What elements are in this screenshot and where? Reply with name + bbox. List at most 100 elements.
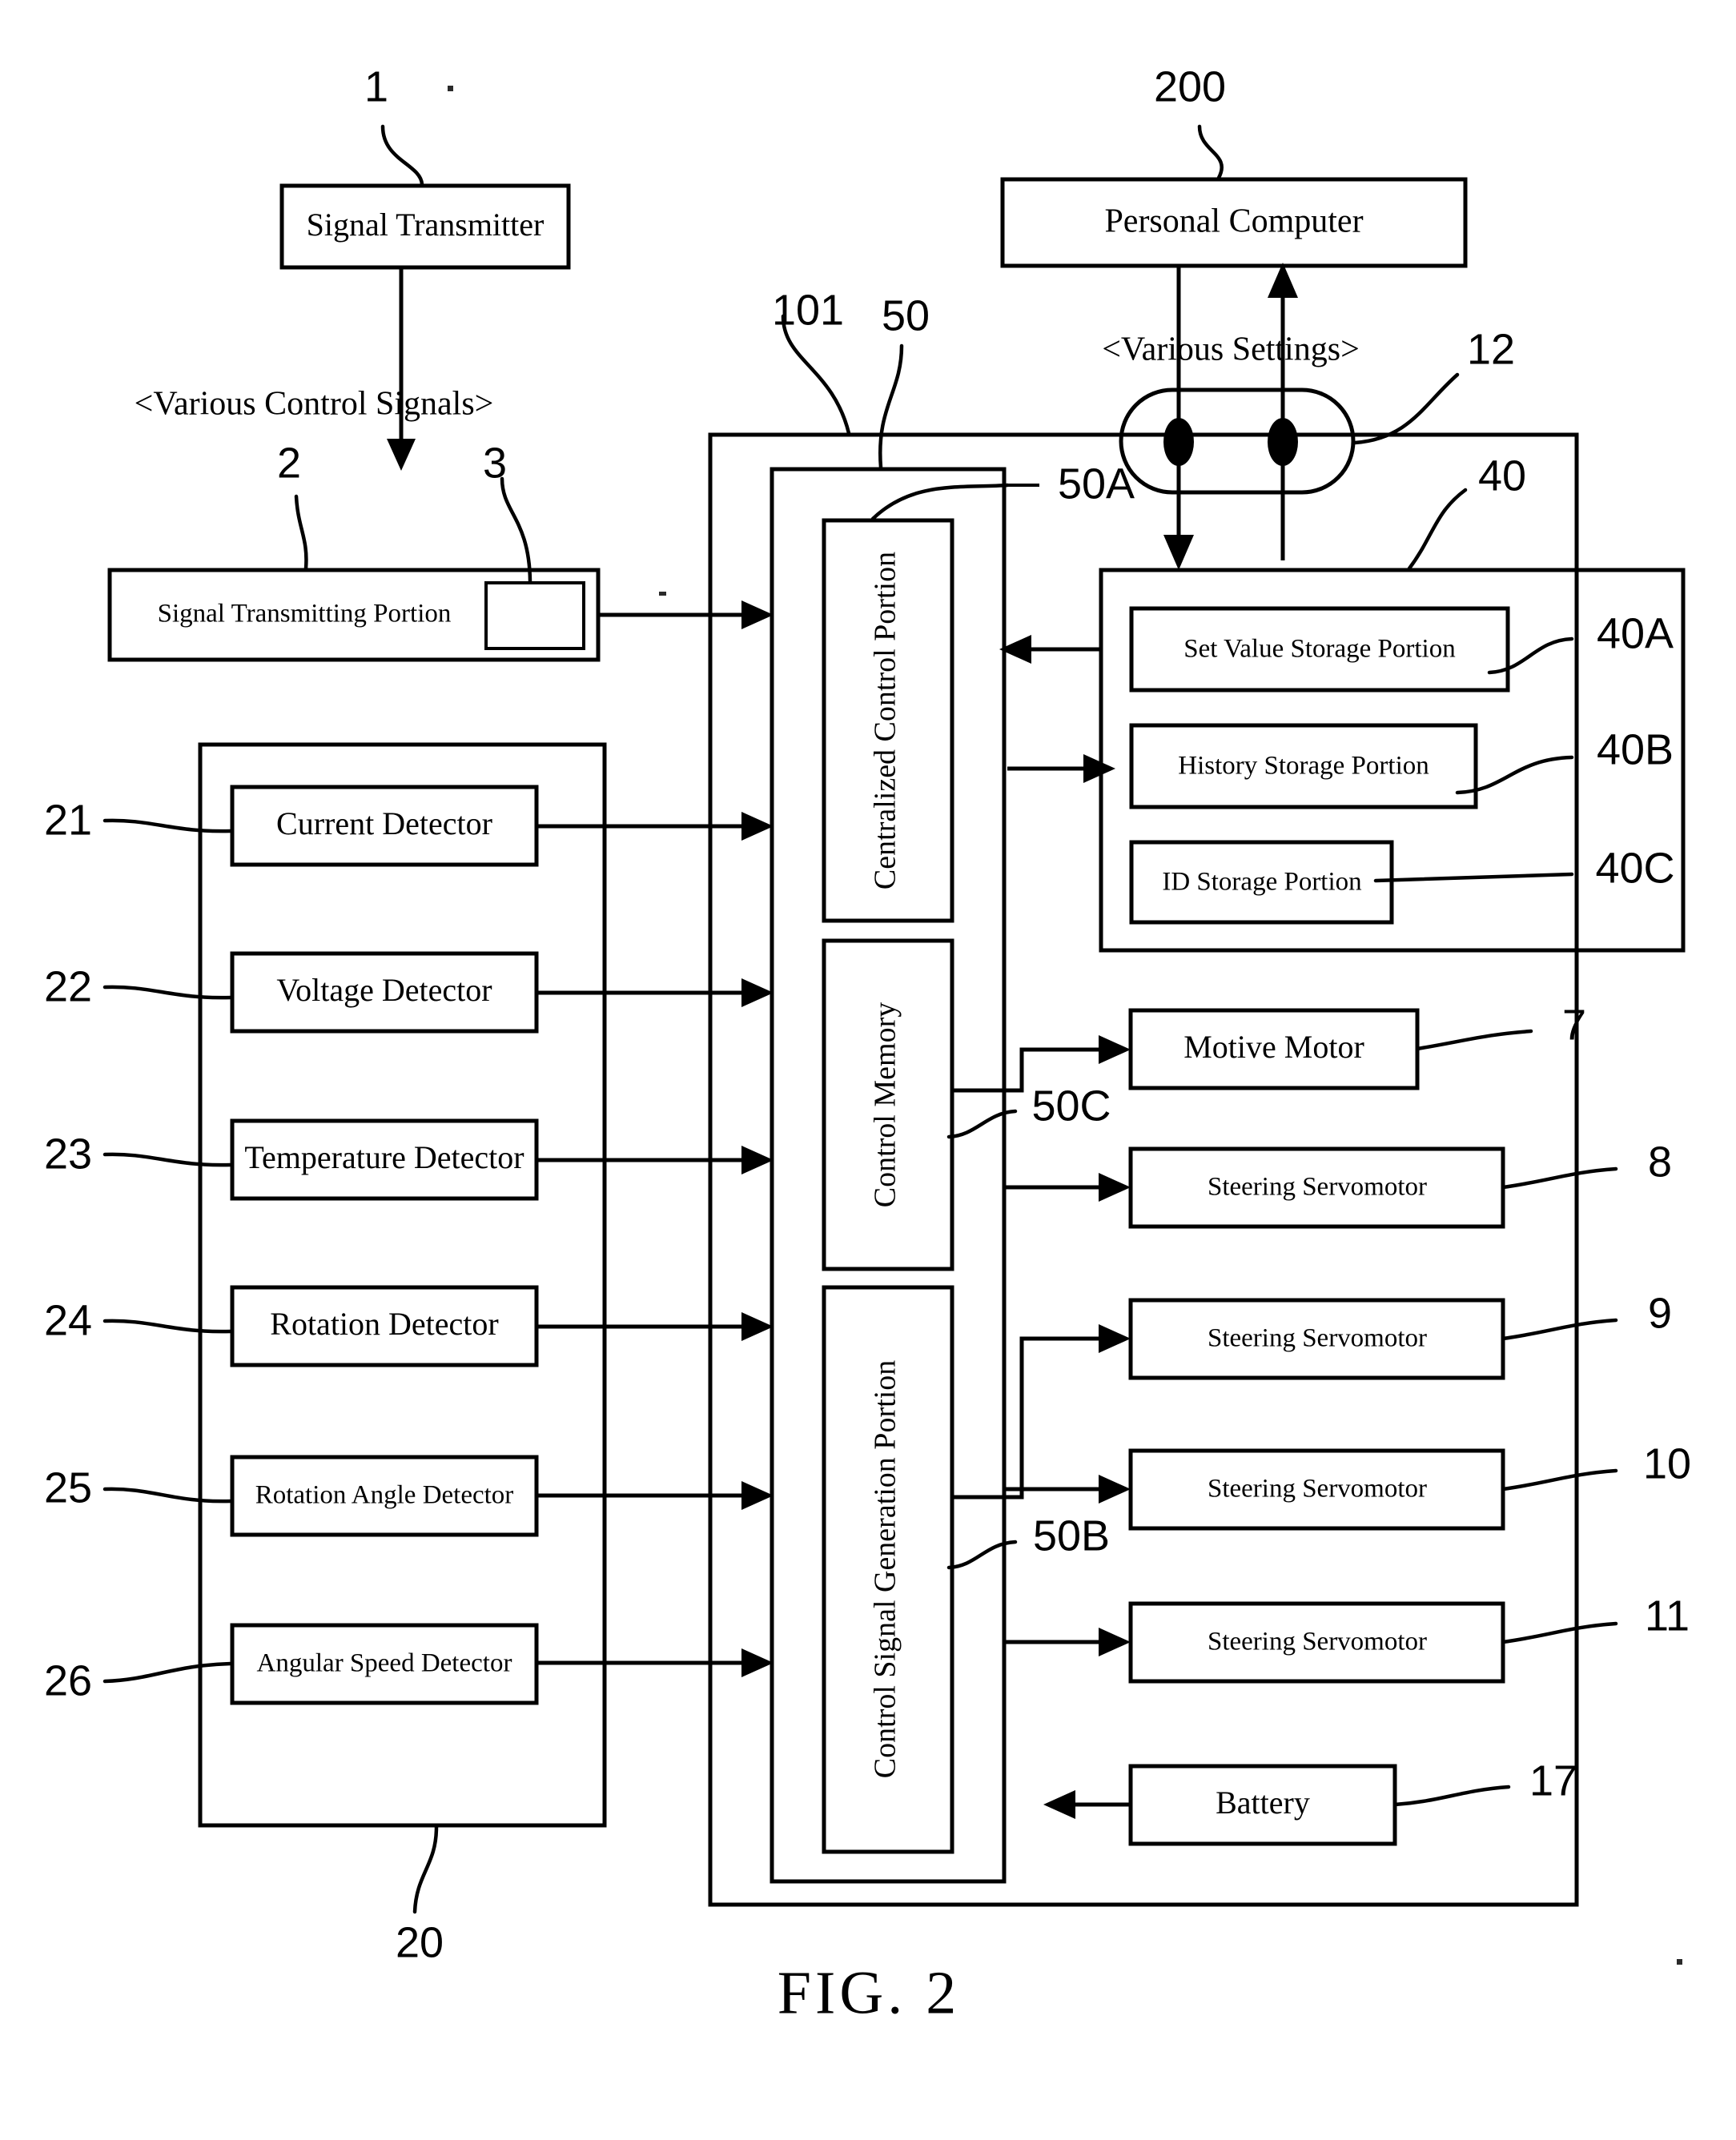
- ref-50: 50: [882, 291, 930, 339]
- control-memory-group: Control Memory 50C: [822, 938, 1111, 1271]
- leader-line-22: [102, 985, 233, 1000]
- figure-sheet: Signal Transmitter 1 <Various Control Si…: [0, 0, 1736, 2140]
- signal-transmitting-portion-group: Signal Transmitting Portion 2 3: [107, 439, 774, 662]
- ref-40C: 40C: [1595, 844, 1674, 892]
- leader-line-23: [102, 1152, 233, 1167]
- leader-line-2: [294, 494, 308, 571]
- detector-label-25: Rotation Angle Detector: [255, 1481, 514, 1510]
- control-signal-generation-portion-label: Control Signal Generation Portion: [869, 1360, 902, 1778]
- various-control-signals-annotation: <Various Control Signals>: [135, 386, 494, 423]
- leader-line-40: [1407, 488, 1468, 571]
- ref-8: 8: [1648, 1138, 1672, 1186]
- leader-line-24: [102, 1319, 233, 1334]
- arrowhead-transmitter-to-portion: [387, 439, 416, 471]
- leader-line-50: [878, 343, 904, 470]
- ref-101: 101: [772, 286, 844, 334]
- arrowhead-detector-23: [741, 1146, 774, 1174]
- arrowhead-detector-25: [741, 1481, 774, 1510]
- arrowhead-pc-to-storage: [1163, 535, 1194, 570]
- leader-line-3: [500, 476, 532, 584]
- ref-40: 40: [1478, 452, 1526, 500]
- arrowhead-actuator-10: [1099, 1475, 1131, 1504]
- leader-line-10: [1501, 1468, 1618, 1492]
- leader-line-50A: [870, 483, 1010, 521]
- actuator-label-10: Steering Servomotor: [1208, 1475, 1427, 1504]
- leader-line-40C: [1373, 872, 1574, 883]
- id-storage-portion-label: ID Storage Portion: [1162, 868, 1361, 897]
- signal-transmitting-inner-box: [484, 581, 585, 650]
- arrowhead-actuator-9: [1099, 1324, 1131, 1353]
- various-settings-annotation: <Various Settings>: [1102, 331, 1360, 368]
- actuator-label-7: Motive Motor: [1183, 1029, 1364, 1065]
- control-memory-label: Control Memory: [869, 1002, 902, 1207]
- actuator-label-8: Steering Servomotor: [1208, 1173, 1427, 1202]
- ref-9: 9: [1648, 1289, 1672, 1337]
- block-diagram: Signal Transmitter 1 <Various Control Si…: [44, 62, 1691, 2026]
- arrowhead-actuator-11: [1099, 1628, 1131, 1656]
- scan-speck-3: [659, 592, 666, 596]
- history-storage-portion-label: History Storage Portion: [1178, 752, 1429, 781]
- ref-21: 21: [44, 796, 92, 844]
- ref-3: 3: [483, 439, 507, 487]
- ref-10: 10: [1643, 1439, 1691, 1488]
- leader-line-21: [102, 818, 233, 833]
- storage-unit-group: 40 Set Value Storage Portion 40A History…: [1099, 452, 1686, 953]
- actuator-label-11: Steering Servomotor: [1208, 1628, 1427, 1656]
- leader-line-26: [102, 1661, 233, 1684]
- leader-line-200: [1197, 124, 1224, 180]
- figure-caption: FIG. 2: [778, 1959, 960, 2026]
- ref-2: 2: [277, 439, 301, 487]
- ref-23: 23: [44, 1130, 92, 1178]
- ref-40B: 40B: [1597, 725, 1674, 773]
- ref-50A: 50A: [1058, 460, 1135, 508]
- arrowhead-detector-24: [741, 1312, 774, 1341]
- set-value-storage-portion-label: Set Value Storage Portion: [1183, 635, 1455, 664]
- detector-label-21: Current Detector: [276, 805, 492, 841]
- arrowhead-battery: [1043, 1790, 1075, 1819]
- ref-11: 11: [1645, 1592, 1690, 1640]
- arrowhead-detector-21: [741, 812, 774, 841]
- signal-transmitter-label: Signal Transmitter: [307, 207, 545, 243]
- actuator-label-9: Steering Servomotor: [1208, 1324, 1427, 1353]
- line-control-to-servo-9: [952, 1336, 1113, 1500]
- ref-20: 20: [396, 1918, 444, 1966]
- personal-computer-group: Personal Computer 200: [1000, 62, 1468, 268]
- arrowhead-actuator-8: [1099, 1173, 1131, 1202]
- ref-17: 17: [1529, 1757, 1577, 1805]
- scan-speck-2: [1677, 1959, 1682, 1965]
- leader-line-7: [1415, 1029, 1533, 1051]
- scan-speck-1: [448, 86, 453, 91]
- detector-label-24: Rotation Detector: [270, 1306, 498, 1342]
- leader-line-20: [412, 1825, 439, 1914]
- personal-computer-label: Personal Computer: [1104, 203, 1363, 240]
- detector-group-20: 20 Current Detector 21 Voltage Detector …: [44, 742, 774, 1966]
- detector-label-22: Voltage Detector: [276, 972, 492, 1008]
- leader-line-25: [102, 1487, 233, 1504]
- control-storage-links: [999, 635, 1115, 783]
- arrowhead-actuator-7: [1099, 1035, 1131, 1064]
- ref-40A: 40A: [1597, 609, 1674, 657]
- ref-7: 7: [1562, 1001, 1586, 1049]
- ref-25: 25: [44, 1463, 92, 1512]
- ref-24: 24: [44, 1296, 92, 1344]
- ref-50B: 50B: [1033, 1512, 1110, 1560]
- arrowhead-storage-to-pc: [1268, 263, 1298, 298]
- arrowhead-portion-to-control: [741, 600, 774, 629]
- leader-line-11: [1501, 1621, 1618, 1644]
- ref-12: 12: [1467, 325, 1515, 373]
- ref-1: 1: [364, 62, 388, 110]
- leader-line-1: [380, 124, 424, 187]
- centralized-control-portion-group: Centralized Control Portion 50A: [822, 460, 1135, 923]
- connector-12-shape: [1119, 387, 1356, 495]
- leader-line-12: [1352, 372, 1460, 445]
- ref-22: 22: [44, 962, 92, 1010]
- control-signal-generation-portion-group: Control Signal Generation Portion 50B: [822, 1285, 1110, 1854]
- detector-label-23: Temperature Detector: [244, 1139, 524, 1175]
- detector-label-26: Angular Speed Detector: [257, 1649, 512, 1678]
- leader-line-9: [1501, 1318, 1618, 1341]
- centralized-control-portion-label: Centralized Control Portion: [869, 552, 902, 889]
- ref-26: 26: [44, 1656, 92, 1704]
- arrowhead-detector-26: [741, 1648, 774, 1677]
- leader-line-17: [1392, 1785, 1511, 1807]
- arrowhead-detector-22: [741, 978, 774, 1007]
